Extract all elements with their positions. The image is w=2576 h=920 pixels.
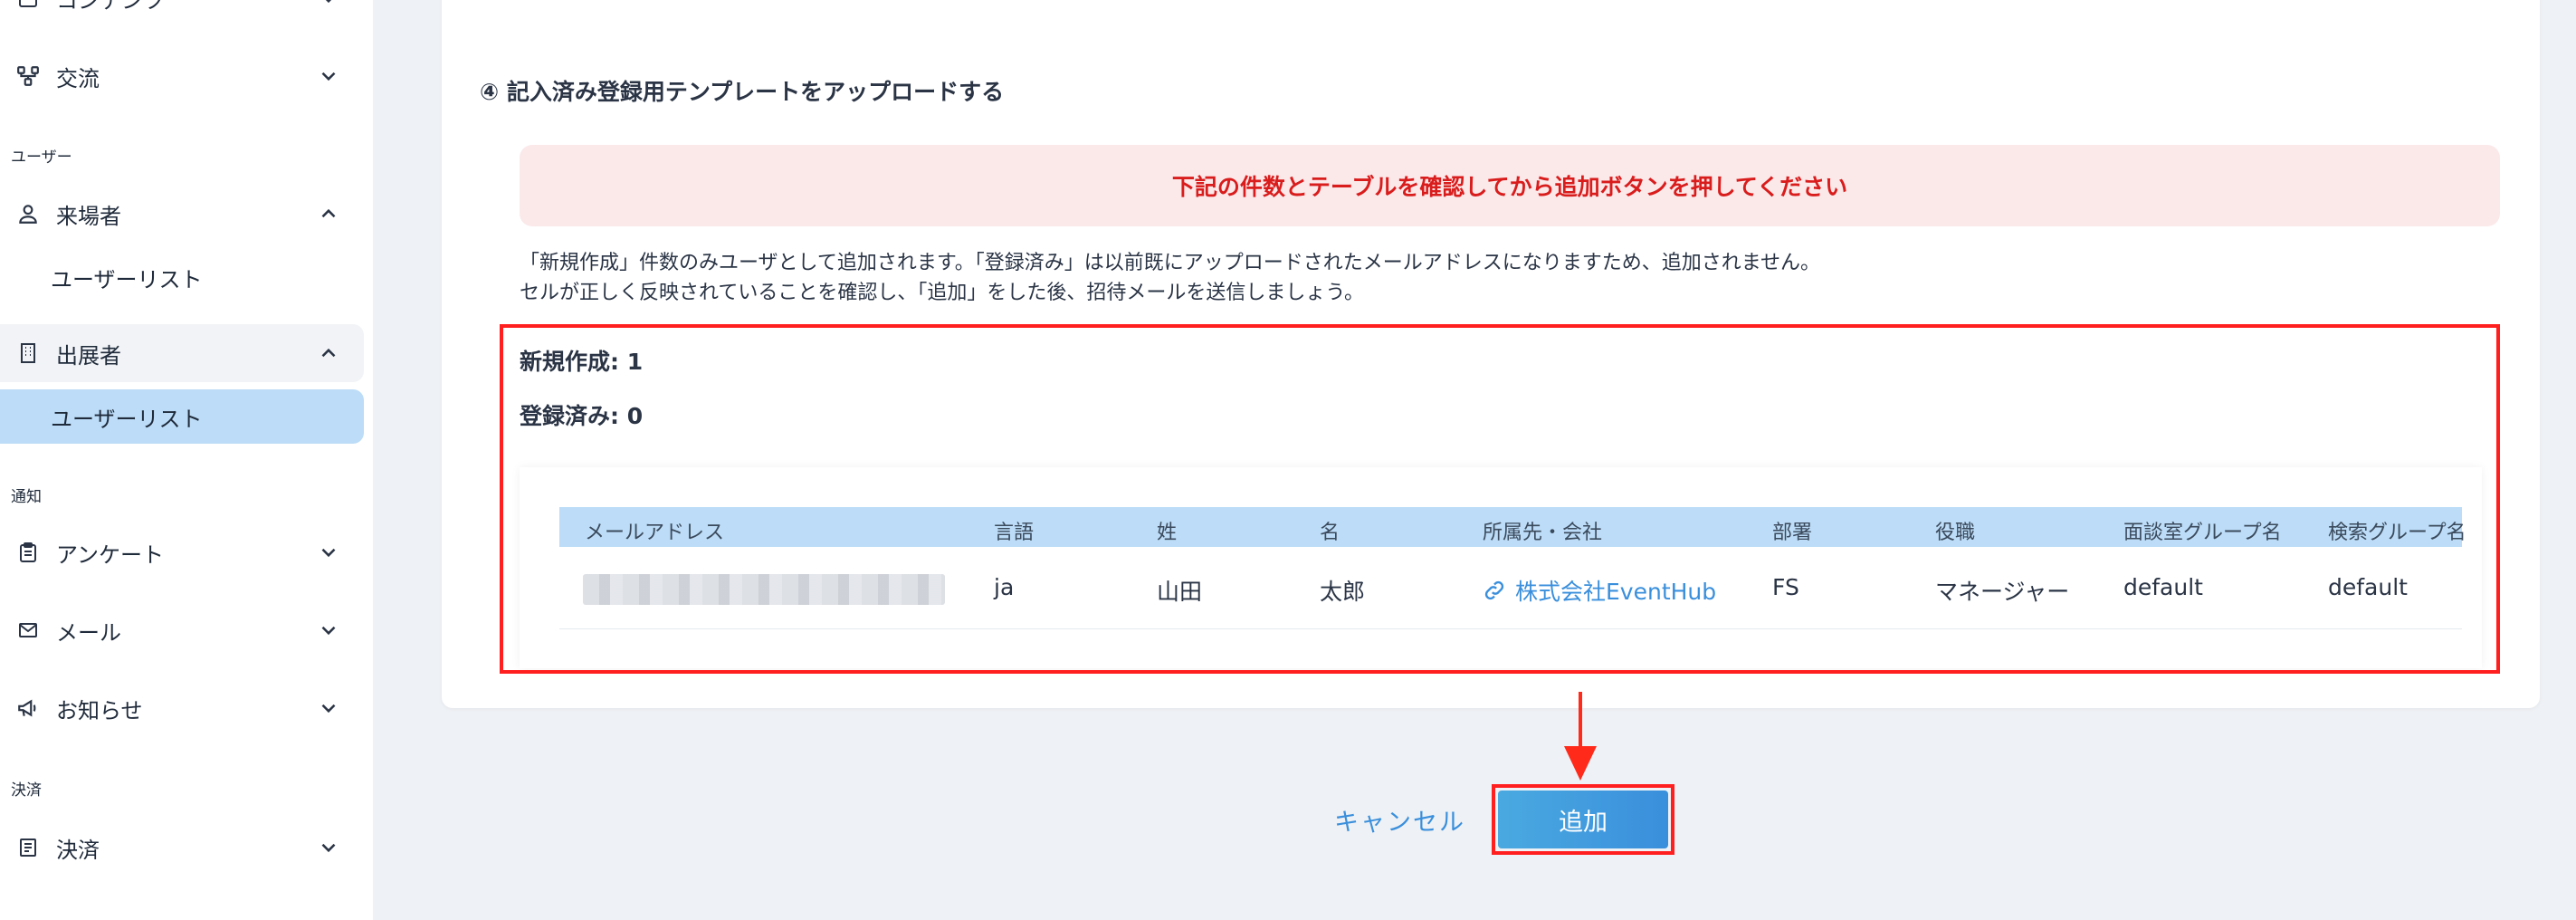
description-line-1: 「新規作成」件数のみユーザとして追加されます。「登録済み」は以前既にアップロード…	[520, 252, 1821, 274]
chevron-down-icon	[321, 548, 336, 558]
sidebar-subitem-exhibitor-user-list[interactable]: ユーザーリスト	[0, 389, 364, 444]
sidebar-item-label: 出展者	[56, 342, 121, 369]
sidebar-item-label: 来場者	[56, 203, 121, 229]
sidebar-item-label: お知らせ	[56, 697, 143, 724]
sidebar: コンテンツ 交流 ユーザー 来場者 ユーザーリスト 出展者 ユーザーリスト 通知	[0, 0, 373, 920]
section-label-user: ユーザー	[11, 149, 72, 167]
highlight-box	[500, 324, 2500, 674]
sidebar-item-announcements[interactable]: お知らせ	[0, 679, 364, 737]
mail-icon	[14, 617, 42, 644]
add-button-highlight: 追加	[1492, 784, 1674, 855]
sidebar-item-label: 交流	[56, 65, 100, 91]
calendar-icon	[14, 0, 42, 12]
chevron-up-icon	[321, 348, 336, 358]
sidebar-item-survey[interactable]: アンケート	[0, 523, 364, 581]
annotation-arrow-icon	[1564, 692, 1597, 781]
cancel-button[interactable]: キャンセル	[1334, 802, 1465, 838]
section-label-notifications: 通知	[11, 488, 42, 506]
sidebar-item-exhibitors[interactable]: 出展者	[0, 324, 364, 382]
sidebar-subitem-label: ユーザーリスト	[51, 406, 203, 432]
sidebar-item-visitors[interactable]: 来場者	[0, 185, 364, 243]
chevron-down-icon	[321, 72, 336, 81]
confirmation-alert: 下記の件数とテーブルを確認してから追加ボタンを押してください	[520, 145, 2500, 226]
sidebar-subitem-visitor-user-list[interactable]: ユーザーリスト	[0, 250, 364, 304]
section-label-payment: 決済	[11, 781, 42, 800]
sidebar-item-label: メール	[56, 619, 121, 646]
chevron-down-icon	[321, 843, 336, 853]
building-icon	[14, 340, 42, 367]
chevron-down-icon	[321, 626, 336, 636]
clipboard-icon	[14, 539, 42, 566]
chevron-up-icon	[321, 208, 336, 218]
description-line-2: セルが正しく反映されていることを確認し、「追加」をした後、招待メールを送信しまし…	[520, 282, 1365, 304]
receipt-icon	[14, 834, 42, 861]
sidebar-item-contents[interactable]: コンテンツ	[0, 0, 364, 27]
sidebar-subitem-label: ユーザーリスト	[51, 266, 203, 292]
chevron-down-icon	[321, 704, 336, 714]
step-title: ④ 記入済み登録用テンプレートをアップロードする	[480, 79, 1005, 105]
sidebar-item-label: 決済	[56, 837, 100, 863]
megaphone-icon	[14, 695, 42, 722]
person-icon	[14, 200, 42, 227]
sidebar-item-mail[interactable]: メール	[0, 601, 364, 659]
sidebar-item-label: コンテンツ	[56, 0, 165, 14]
sidebar-item-payment[interactable]: 決済	[0, 819, 364, 877]
add-button[interactable]: 追加	[1498, 791, 1668, 848]
network-icon	[14, 62, 42, 90]
sidebar-item-label: アンケート	[56, 541, 165, 568]
chevron-down-icon	[325, 0, 332, 4]
alert-text: 下記の件数とテーブルを確認してから追加ボタンを押してください	[1171, 174, 1848, 200]
sidebar-item-exchange[interactable]: 交流	[0, 47, 364, 105]
